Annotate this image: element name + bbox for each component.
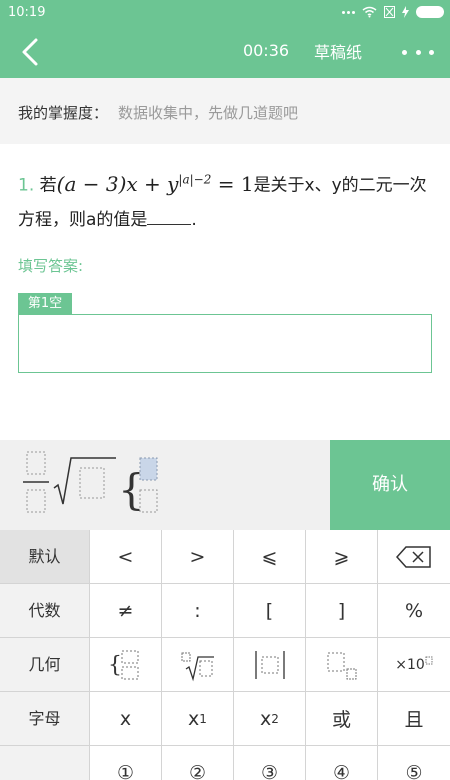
draft-button[interactable]: 草稿纸 <box>314 39 362 63</box>
keyboard-categories: 默认 代数 几何 字母 <box>0 530 90 780</box>
key-x[interactable]: x <box>90 692 162 746</box>
exponent-box-icon <box>425 656 433 664</box>
category-geometry[interactable]: 几何 <box>0 638 90 692</box>
wifi-icon <box>362 6 377 18</box>
category-letters[interactable]: 字母 <box>0 692 90 746</box>
category-default[interactable]: 默认 <box>0 530 90 584</box>
times-ten-label: ×10 <box>395 656 425 673</box>
status-icons <box>342 6 444 18</box>
app-header: 00:36 草稿纸 <box>0 26 450 78</box>
question-blank <box>147 205 192 225</box>
key-x2[interactable]: x2 <box>234 692 306 746</box>
back-button[interactable] <box>14 34 50 70</box>
key-and[interactable]: 且 <box>378 692 450 746</box>
blank-tab[interactable]: 第1空 <box>18 293 72 314</box>
timer: 00:36 <box>242 41 290 60</box>
mastery-value: 数据收集中，先做几道题吧 <box>118 104 299 122</box>
key-backspace[interactable] <box>378 530 450 584</box>
math-keyboard: 默认 代数 几何 字母 < > ⩽ ⩾ ≠ : [ ] % { ×10 x x1… <box>0 530 450 780</box>
key-circled-1[interactable]: ① <box>90 746 162 780</box>
x1-base: x <box>188 707 200 730</box>
confirm-button[interactable]: 确认 <box>330 440 450 530</box>
key-absolute-value[interactable] <box>234 638 306 692</box>
key-left-bracket[interactable]: [ <box>234 584 306 638</box>
backspace-icon <box>396 545 431 568</box>
equation-part2: = 1 <box>211 171 254 196</box>
question-end: . <box>191 209 197 230</box>
answer-input[interactable] <box>18 314 432 373</box>
back-arrow-icon <box>22 38 38 66</box>
equation-exponent: |a|−2 <box>178 172 212 186</box>
key-system[interactable]: { <box>90 638 162 692</box>
absolute-value-icon <box>254 650 285 679</box>
sim-off-icon <box>384 6 395 18</box>
key-times-ten-power[interactable]: ×10 <box>378 638 450 692</box>
status-time: 10:19 <box>8 5 46 20</box>
x2-sub: 2 <box>271 711 279 726</box>
key-less-than[interactable]: < <box>90 530 162 584</box>
svg-text:{: { <box>108 653 122 678</box>
formula-preview: { <box>0 440 330 530</box>
key-greater-than[interactable]: > <box>162 530 234 584</box>
question-equation: (a − 3)x + y|a|−2 = 1 <box>57 172 254 196</box>
key-or[interactable]: 或 <box>306 692 378 746</box>
key-right-bracket[interactable]: ] <box>306 584 378 638</box>
key-circled-3[interactable]: ③ <box>234 746 306 780</box>
mastery-row: 我的掌握度： 数据收集中，先做几道题吧 <box>0 78 450 144</box>
key-circled-2[interactable]: ② <box>162 746 234 780</box>
more-options-button[interactable] <box>402 40 434 64</box>
x1-sub: 1 <box>199 711 207 726</box>
charging-icon <box>402 6 409 18</box>
equation-part1: (a − 3)x + y <box>56 171 179 196</box>
key-not-equal[interactable]: ≠ <box>90 584 162 638</box>
key-subscript[interactable] <box>306 638 378 692</box>
question-prefix: 若 <box>39 175 57 196</box>
question-number: 1. <box>18 175 35 196</box>
key-circled-4[interactable]: ④ <box>306 746 378 780</box>
key-colon[interactable]: : <box>162 584 234 638</box>
key-nth-root[interactable] <box>162 638 234 692</box>
system-template-icon: { <box>108 650 138 679</box>
subscript-icon <box>327 652 356 679</box>
key-x1[interactable]: x1 <box>162 692 234 746</box>
category-empty <box>0 746 90 780</box>
signal-dots-icon <box>342 10 355 14</box>
key-less-equal[interactable]: ⩽ <box>234 530 306 584</box>
fill-answer-label: 填写答案: <box>18 257 84 275</box>
key-percent[interactable]: % <box>378 584 450 638</box>
mastery-label: 我的掌握度： <box>18 104 109 122</box>
question-text: 1. 若(a − 3)x + y|a|−2 = 1是关于x、y的二元一次方程，则… <box>18 162 438 237</box>
nth-root-icon <box>181 652 214 681</box>
status-bar: 10:19 <box>0 0 450 26</box>
formula-template-icon[interactable]: { <box>18 446 188 526</box>
category-algebra[interactable]: 代数 <box>0 584 90 638</box>
key-greater-equal[interactable]: ⩾ <box>306 530 378 584</box>
x2-base: x <box>260 707 272 730</box>
key-circled-5[interactable]: ⑤ <box>378 746 450 780</box>
battery-icon <box>416 6 444 18</box>
